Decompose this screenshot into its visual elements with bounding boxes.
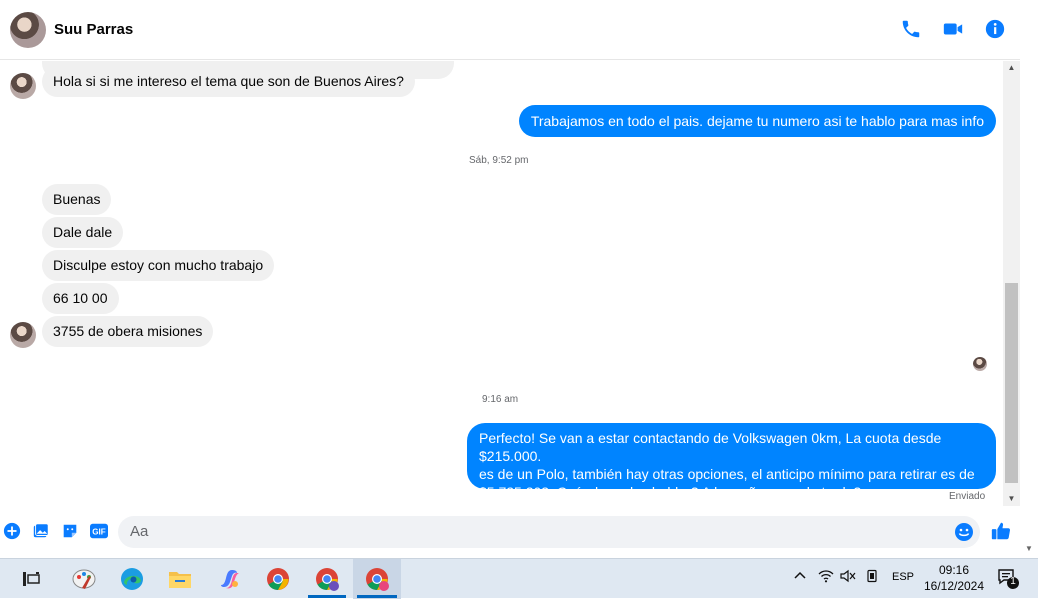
system-clock[interactable]: 09:16 16/12/2024: [918, 562, 990, 594]
windows-taskbar: ESP 09:16 16/12/2024 1: [0, 558, 1038, 599]
volume-muted-icon[interactable]: [840, 569, 856, 586]
info-icon[interactable]: [984, 18, 1006, 40]
gif-icon[interactable]: GIF: [89, 521, 109, 541]
message-line: Perfecto! Se van a estar contactando de …: [479, 430, 942, 464]
language-indicator[interactable]: ESP: [892, 571, 914, 583]
message-line: es de un Polo, también hay otras opcione…: [479, 466, 975, 482]
notification-center-icon[interactable]: 1: [997, 567, 1021, 594]
clock-date: 16/12/2024: [923, 579, 985, 593]
image-icon[interactable]: [31, 521, 51, 541]
phone-call-icon[interactable]: [900, 18, 922, 40]
incoming-message[interactable]: Hola si si me intereso el tema que son d…: [42, 66, 415, 97]
message-line: $5.725.203. Cuándo podes hablar? A la ma…: [479, 484, 862, 500]
chevron-up-icon[interactable]: [793, 568, 807, 585]
chrome-active-icon[interactable]: [364, 566, 390, 592]
contact-avatar[interactable]: [10, 11, 46, 48]
incoming-message[interactable]: Buenas: [42, 184, 112, 215]
incoming-message[interactable]: 66 10 00: [42, 283, 119, 314]
scrollbar-thumb[interactable]: [1005, 283, 1018, 483]
contact-name[interactable]: Suu Parras: [54, 21, 133, 38]
seen-avatar: [973, 357, 987, 371]
scroll-down-icon[interactable]: ▼: [1003, 492, 1020, 506]
contact-avatar-small: [10, 322, 36, 348]
plus-icon[interactable]: [2, 521, 22, 541]
file-explorer-icon[interactable]: [167, 566, 193, 592]
messenger-window: Suu Parras Hola si si me intereso el tem…: [0, 0, 1038, 558]
chat-header: Suu Parras: [0, 0, 1020, 60]
timestamp: Sáb, 9:52 pm: [469, 155, 529, 166]
sticker-icon[interactable]: [60, 521, 80, 541]
emoji-icon[interactable]: [954, 522, 974, 547]
task-view-icon[interactable]: [18, 566, 44, 592]
edge-browser-icon[interactable]: [119, 566, 145, 592]
wifi-icon[interactable]: [818, 569, 834, 586]
svg-text:GIF: GIF: [92, 528, 106, 537]
window-scroll-down-icon[interactable]: ▼: [1025, 544, 1033, 553]
scrollbar[interactable]: ▲ ▼: [1003, 61, 1020, 506]
message-input[interactable]: Aa: [118, 516, 980, 548]
clock-time: 09:16: [938, 563, 970, 577]
copilot-icon[interactable]: [216, 566, 242, 592]
like-thumb-icon[interactable]: [990, 520, 1012, 547]
contact-avatar-small: [10, 73, 36, 99]
scroll-up-icon[interactable]: ▲: [1003, 61, 1020, 75]
incoming-message[interactable]: Dale dale: [42, 217, 124, 248]
incoming-message[interactable]: Disculpe estoy con mucho trabajo: [42, 250, 275, 281]
incoming-message[interactable]: 3755 de obera misiones: [42, 316, 214, 347]
paint-app-icon[interactable]: [71, 566, 97, 592]
battery-icon[interactable]: [865, 569, 879, 586]
outgoing-message[interactable]: Trabajamos en todo el pais. dejame tu nu…: [518, 105, 996, 137]
outgoing-message[interactable]: Perfecto! Se van a estar contactando de …: [467, 423, 996, 500]
message-status: Enviado: [949, 491, 986, 502]
message-list[interactable]: Hola si si me intereso el tema que son d…: [0, 61, 1003, 506]
chrome-profile-icon[interactable]: [314, 566, 340, 592]
chrome-icon[interactable]: [265, 566, 291, 592]
timestamp: 9:16 am: [482, 394, 519, 405]
video-call-icon[interactable]: [942, 18, 964, 40]
notification-badge: 1: [1010, 576, 1016, 587]
composer: GIF Aa: [0, 512, 1020, 552]
